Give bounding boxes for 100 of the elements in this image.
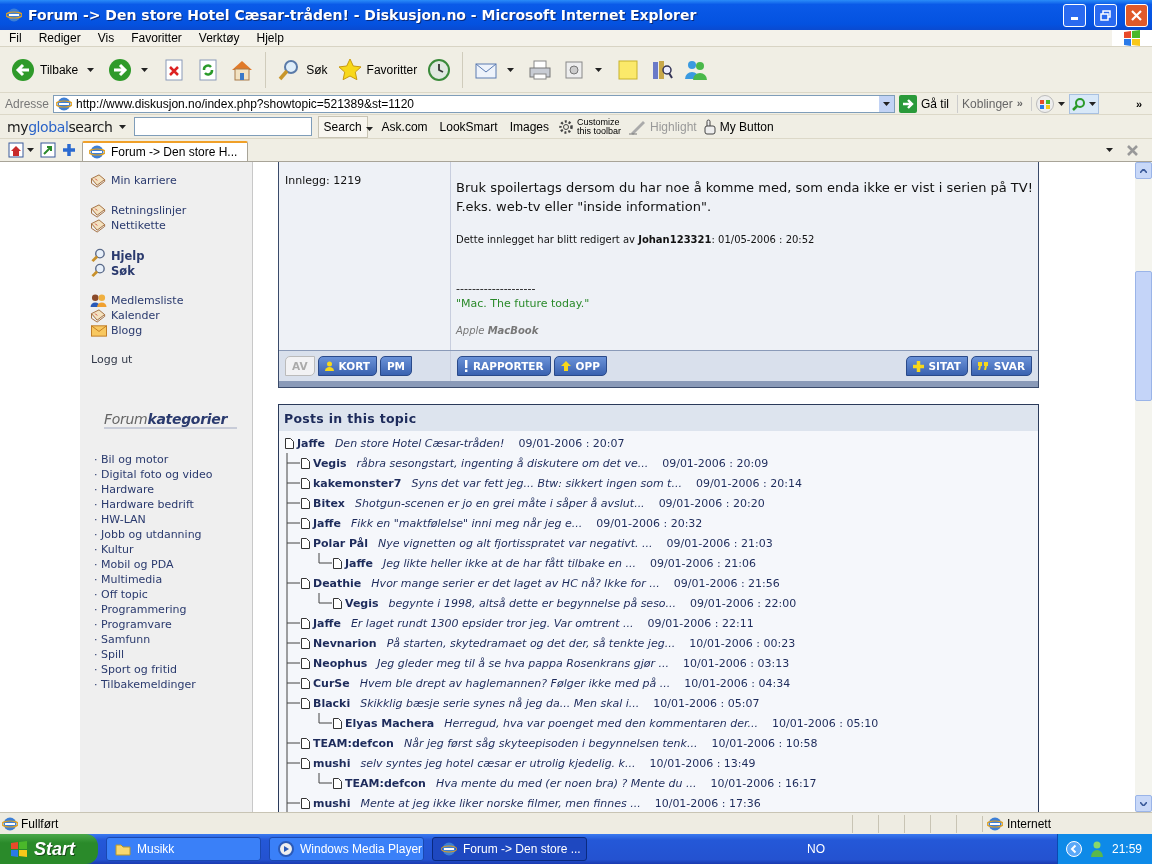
post-author[interactable]: Nevnarion — [313, 636, 377, 650]
menu-item[interactable]: Vis — [88, 31, 123, 45]
sidebar-link[interactable]: Retningslinjer — [111, 204, 187, 217]
message-button[interactable]: PM — [379, 356, 413, 376]
customize-button[interactable]: Customize this toolbar — [558, 117, 623, 136]
quick-tabs-icon[interactable] — [8, 142, 24, 158]
menu-item[interactable]: Hjelp — [247, 31, 292, 45]
sidebar-link[interactable]: Hjelp — [111, 248, 145, 263]
post-excerpt[interactable]: Skikklig bæsje serie synes nå jeg da... Men skal i... — [360, 696, 640, 710]
sidebar-link[interactable]: Nettikette — [111, 219, 166, 232]
windows-logo-icon[interactable] — [1035, 94, 1054, 113]
post-author[interactable]: Jaffe — [345, 556, 373, 570]
search-field[interactable] — [133, 117, 312, 136]
post-author[interactable]: Vegis — [345, 596, 379, 610]
logout-link[interactable]: Logg ut — [91, 353, 133, 366]
favorites-button[interactable]: Favoritter — [334, 55, 421, 84]
menu-item[interactable]: Fil — [0, 31, 30, 45]
post-author[interactable]: Bitex — [313, 496, 345, 510]
post-author[interactable]: Neophus — [313, 656, 368, 670]
scroll-thumb[interactable] — [1135, 271, 1152, 401]
post-excerpt[interactable]: Er laget rundt 1300 epsider tror jeg. Var omtrent ... — [350, 616, 634, 630]
post-excerpt[interactable]: Jeg likte heller ikke at de har fått tilbake en ... — [382, 556, 636, 570]
category-link[interactable]: · Multimedia — [94, 573, 163, 586]
search-button[interactable]: Søk — [274, 55, 331, 84]
search-button[interactable] — [1068, 93, 1099, 114]
post-excerpt[interactable]: Syns det var fett jeg... Btw: sikkert ingen som t... — [411, 476, 682, 490]
category-link[interactable]: · Hardware — [94, 483, 155, 496]
sidebar-link[interactable]: Medlemsliste — [111, 294, 184, 307]
caret-icon[interactable] — [27, 148, 34, 152]
top-button[interactable]: OPP — [553, 356, 607, 376]
sidebar-link[interactable]: Kalender — [111, 309, 160, 322]
post-excerpt[interactable]: Hvor mange serier er det laget av HC nå? Ikke for ... — [371, 576, 660, 590]
menu-item[interactable]: Verktøy — [189, 31, 248, 45]
post-excerpt[interactable]: Shotgun-scenen er jo en grei måte i såper å avslut... — [354, 496, 645, 510]
caret-icon[interactable] — [118, 124, 126, 129]
post-author[interactable]: mushi — [313, 756, 351, 770]
post-author[interactable]: Polar Pål — [313, 536, 369, 550]
links-button[interactable]: Koblinger » — [962, 96, 1032, 111]
profile-button[interactable]: KORT — [317, 356, 377, 376]
start-button[interactable]: Start — [0, 834, 98, 864]
post-author[interactable]: CurSe — [313, 676, 350, 690]
scroll-down-button[interactable] — [1135, 795, 1152, 812]
caret-icon[interactable] — [141, 67, 149, 72]
post-excerpt[interactable]: Jeg gleder meg til å se hva pappa Rosenkrans gjør ... — [377, 656, 670, 670]
post-excerpt[interactable]: Fikk en "maktfølelse" inni meg når jeg e... — [350, 516, 583, 530]
my-button[interactable]: My Button — [702, 118, 774, 135]
caret-icon[interactable] — [1088, 101, 1096, 106]
post-author[interactable]: mushi — [313, 796, 351, 810]
menu-item[interactable]: Favoritter — [122, 31, 190, 45]
taskbar-button[interactable]: Windows Media Player — [269, 837, 424, 861]
post-author[interactable]: Deathie — [313, 576, 362, 590]
category-link[interactable]: · Off topic — [94, 588, 148, 601]
category-link[interactable]: · Tilbakemeldinger — [94, 678, 196, 691]
post-excerpt[interactable]: Hva mente du med (er noen bra) ? Mente du ... — [435, 776, 697, 790]
post-excerpt[interactable]: selv syntes jeg hotel cæsar er utrolig kjedelig. k... — [360, 756, 636, 770]
scroll-up-button[interactable] — [1135, 162, 1152, 179]
plus-icon[interactable] — [62, 143, 76, 157]
post-author[interactable]: Jaffe — [313, 616, 341, 630]
category-link[interactable]: · Kultur — [94, 543, 134, 556]
post-excerpt[interactable]: Hvem ble drept av haglemannen? Følger ikke med på ... — [359, 676, 671, 690]
toolbar-link[interactable]: LookSmart — [436, 119, 501, 134]
toolbar-link[interactable]: Ask.com — [378, 119, 431, 134]
back-button[interactable]: Tilbake — [8, 55, 102, 84]
chevron-left-icon[interactable] — [1065, 841, 1082, 857]
language-indicator[interactable]: NO — [807, 842, 837, 856]
restore-button[interactable] — [1094, 3, 1117, 27]
report-button[interactable]: RAPPORTER — [457, 356, 551, 376]
caret-icon[interactable] — [1057, 101, 1065, 106]
post-author[interactable]: Blacki — [313, 696, 351, 710]
post-author[interactable]: TEAM:defcon — [313, 736, 394, 750]
address-field[interactable]: http://www.diskusjon.no/index.php?showtopic=521389&st=1120 — [53, 94, 896, 113]
post-author[interactable]: kakemonster7 — [313, 476, 402, 490]
post-excerpt[interactable]: Herregud, hva var poenget med den kommentaren der... — [444, 716, 759, 730]
post-excerpt[interactable]: Den store Hotel Cæsar-tråden! — [334, 436, 505, 450]
category-link[interactable]: · Jobb og utdanning — [94, 528, 202, 541]
caret-icon[interactable] — [87, 67, 95, 72]
post-excerpt[interactable]: På starten, skytedramaet og det der, så tenkte jeg... — [386, 636, 676, 650]
toolbar-link[interactable]: Images — [506, 119, 552, 134]
post-excerpt[interactable]: Når jeg først såg skyteepisoden i begynnelsen tenk... — [403, 736, 698, 750]
quote-button[interactable]: SITAT — [905, 356, 968, 376]
new-window-icon[interactable] — [40, 142, 56, 158]
post-author[interactable]: Elyas Machera — [345, 716, 435, 730]
category-link[interactable]: · Samfunn — [94, 633, 151, 646]
category-link[interactable]: · Hardware bedrift — [94, 498, 194, 511]
search-button[interactable]: Search — [317, 115, 368, 138]
sidebar-link[interactable]: Blogg — [111, 324, 143, 337]
more-button[interactable]: » — [1135, 97, 1152, 110]
post-excerpt[interactable]: begynte i 1998, altså dette er begynnelse på seso... — [388, 596, 677, 610]
category-link[interactable]: · Digital foto og video — [94, 468, 213, 481]
browser-tab[interactable]: Forum -> Den store H... — [82, 141, 249, 161]
caret-icon[interactable] — [507, 67, 515, 72]
post-excerpt[interactable]: Nye vignetten og alt fjortisspratet var negativt. ... — [378, 536, 653, 550]
sidebar-link[interactable]: Min karriere — [111, 174, 177, 187]
menu-item[interactable]: Rediger — [29, 31, 89, 45]
taskbar-button[interactable]: Musikk — [106, 837, 261, 861]
post-author[interactable]: Vegis — [313, 456, 347, 470]
category-link[interactable]: · Bil og motor — [94, 453, 169, 466]
category-link[interactable]: · Mobil og PDA — [94, 558, 174, 571]
minimize-button[interactable] — [1063, 3, 1086, 27]
reply-button[interactable]: SVAR — [970, 356, 1032, 376]
